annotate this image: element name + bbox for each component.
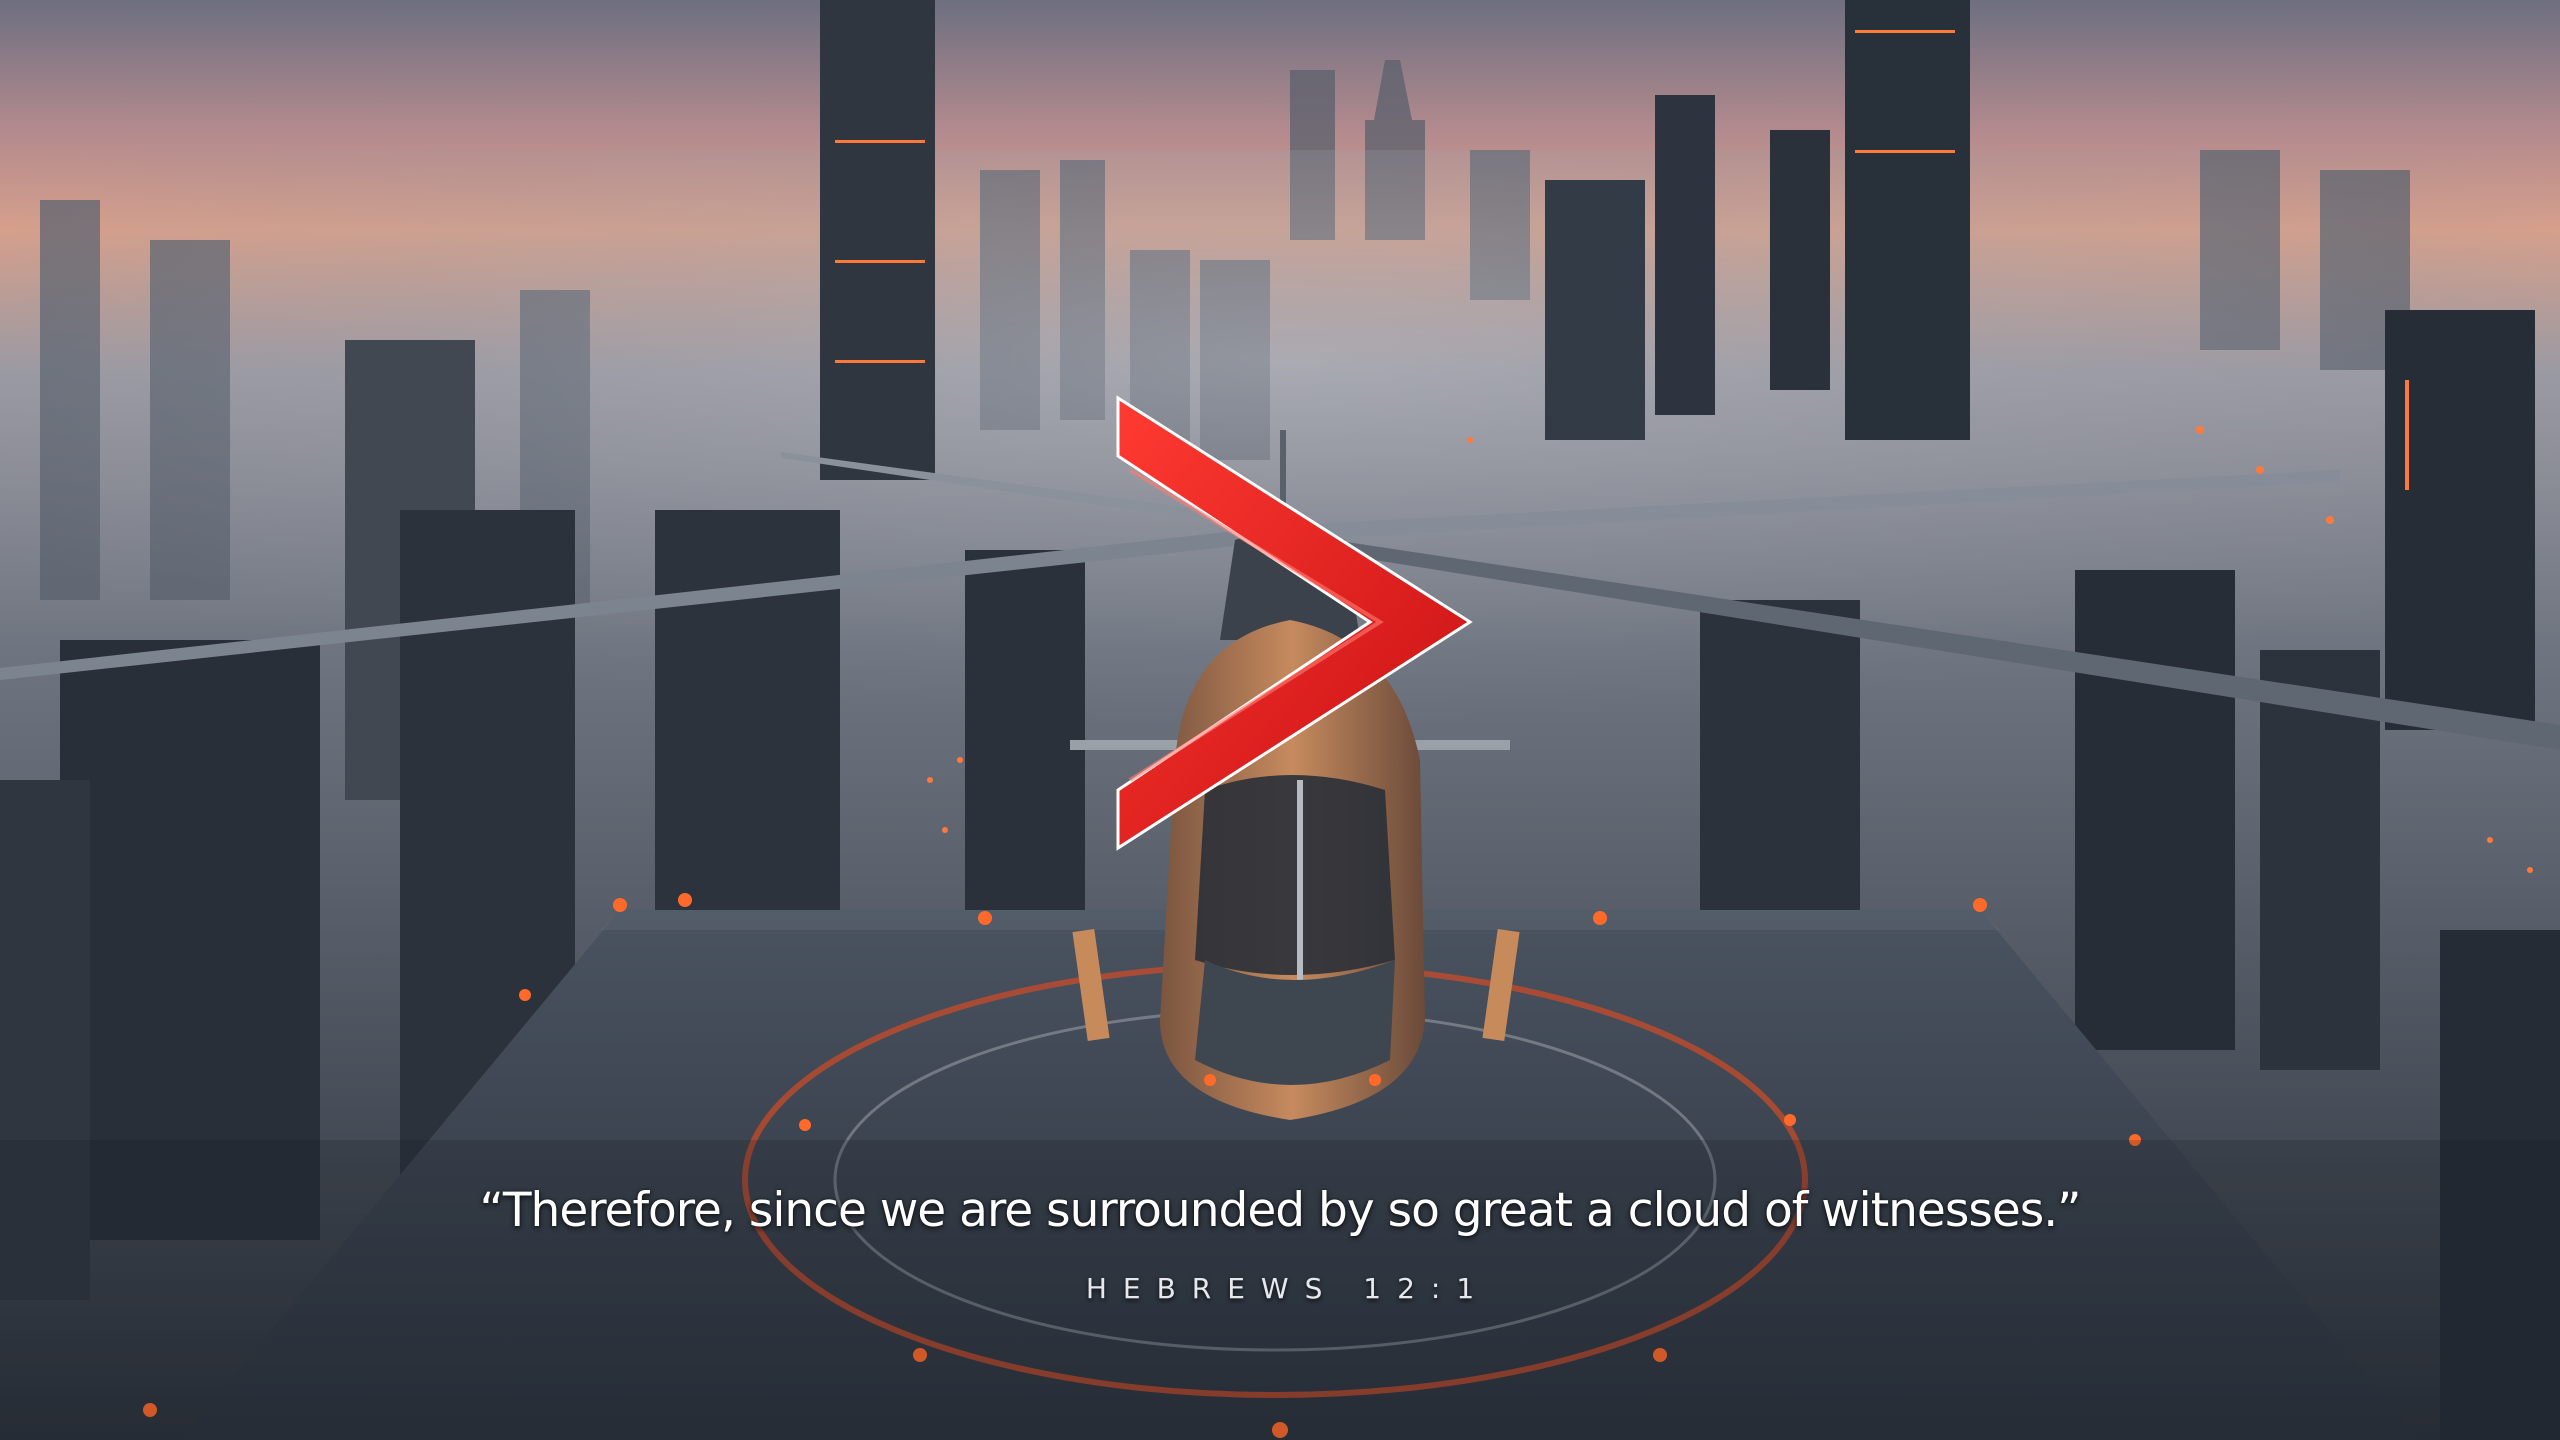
slide: “Therefore, since we are surrounded by s…: [0, 0, 2560, 1440]
scripture-quote: “Therefore, since we are surrounded by s…: [479, 1183, 2081, 1238]
scripture-reference: HEBREWS 12:1: [1085, 1272, 1491, 1305]
